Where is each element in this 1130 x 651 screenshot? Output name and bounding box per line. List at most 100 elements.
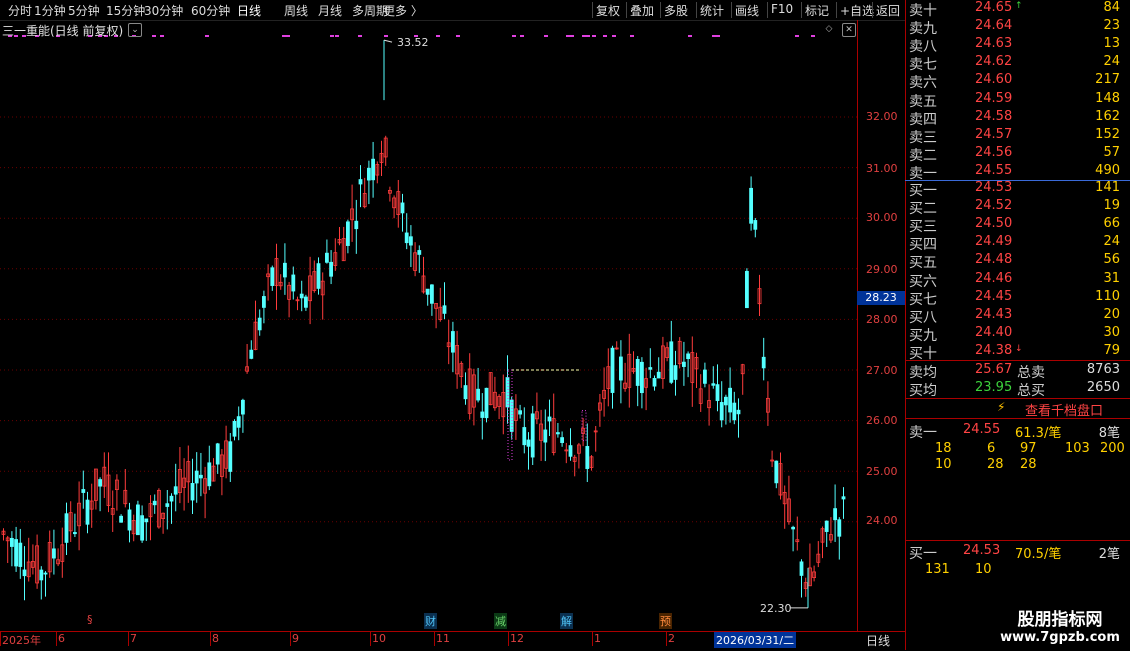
- signal-marker: [512, 35, 516, 37]
- toolbar-separator: [767, 2, 768, 18]
- signal-marker: [795, 35, 799, 37]
- toolbar-button-0[interactable]: 复权: [596, 2, 620, 19]
- candle-body: [404, 232, 409, 244]
- sell-row-label: 卖八: [909, 39, 937, 56]
- toolbar-separator: [592, 2, 593, 18]
- period-tab-1[interactable]: 1分钟: [34, 2, 66, 19]
- toolbar-separator: [626, 2, 627, 18]
- signal-marker: [282, 35, 286, 37]
- period-tab-6[interactable]: 日线: [237, 2, 261, 19]
- signal-marker: [586, 35, 590, 37]
- buy-row-qty: 30: [1103, 324, 1120, 340]
- watermark-title: 股朋指标网: [1017, 610, 1103, 630]
- period-tab-10[interactable]: 更多 〉: [383, 2, 423, 19]
- event-marker-s[interactable]: §: [86, 613, 94, 626]
- sell1-order: 6: [987, 441, 996, 456]
- toolbar-button-8[interactable]: 返回: [876, 2, 900, 19]
- sell1-order: 200: [1100, 441, 1125, 456]
- candle-body: [73, 532, 77, 535]
- candle-body: [833, 508, 837, 521]
- period-tab-5[interactable]: 60分钟: [191, 2, 230, 19]
- toolbar-button-6[interactable]: 标记: [805, 2, 829, 19]
- buy-row-label: 买五: [909, 255, 937, 272]
- sell1-price: 24.55: [963, 422, 1001, 437]
- candle-body: [732, 402, 737, 421]
- candle-body: [215, 443, 220, 465]
- toolbar-button-3[interactable]: 统计: [700, 2, 724, 19]
- candle-body: [236, 416, 241, 428]
- candle-body: [518, 410, 522, 415]
- event-marker[interactable]: 预: [659, 613, 672, 629]
- view-depth-button[interactable]: 查看千档盘口: [1025, 400, 1103, 419]
- candle-body: [824, 520, 829, 532]
- candle-body: [52, 548, 56, 559]
- signal-marker: [566, 35, 570, 37]
- toolbar-button-2[interactable]: 多股: [664, 2, 688, 19]
- candle-body: [711, 383, 716, 386]
- candle-body: [450, 331, 455, 353]
- candle-body: [715, 384, 720, 402]
- toolbar-button-7[interactable]: +自选: [840, 2, 874, 19]
- toolbar-separator: [801, 2, 802, 18]
- chart-title: 三一重能(日线 前复权): [2, 24, 124, 38]
- x-tick-mark: [592, 632, 593, 646]
- candlestick-chart[interactable]: 33.52 22.30: [0, 20, 857, 631]
- sell-row-label: 卖五: [909, 93, 937, 110]
- sell-row-label: 卖六: [909, 75, 937, 92]
- close-icon[interactable]: ✕: [842, 23, 856, 37]
- period-tab-7[interactable]: 周线: [284, 2, 308, 19]
- signal-marker: [205, 35, 209, 37]
- toolbar-button-1[interactable]: 叠加: [630, 2, 654, 19]
- candle-body: [522, 427, 527, 446]
- buy-row-label: 买四: [909, 237, 937, 254]
- candle-body: [257, 317, 262, 331]
- signal-marker: [286, 35, 290, 37]
- event-marker[interactable]: 减: [494, 613, 507, 629]
- candle-body: [640, 361, 644, 394]
- signal-marker: [456, 35, 460, 37]
- x-tick-mark: [210, 632, 211, 646]
- buy-row-label: 买八: [909, 309, 937, 326]
- x-tick-mark: [370, 632, 371, 646]
- sell1-order: 28: [987, 457, 1004, 472]
- signal-marker: [570, 35, 574, 37]
- toolbar-button-4[interactable]: 画线: [735, 2, 759, 19]
- buy-row-label: 买三: [909, 219, 937, 236]
- watermark: 股朋指标网 www.7gpzb.com: [990, 603, 1130, 650]
- period-tab-4[interactable]: 30分钟: [144, 2, 183, 19]
- dropdown-icon[interactable]: ⌄: [128, 23, 142, 37]
- buy-row-qty: 110: [1095, 288, 1120, 304]
- signal-marker: [712, 35, 716, 37]
- candle-body: [417, 250, 422, 255]
- candle-body: [140, 515, 145, 541]
- period-tab-2[interactable]: 5分钟: [68, 2, 100, 19]
- candle-body: [240, 399, 245, 415]
- x-tick-label: 12: [510, 632, 524, 645]
- current-price-tag: 28.23: [857, 291, 905, 305]
- buy1-order: 10: [975, 562, 992, 577]
- candle-body: [480, 411, 485, 418]
- period-tab-3[interactable]: 15分钟: [106, 2, 145, 19]
- candle-body: [85, 499, 90, 525]
- event-marker[interactable]: 财: [424, 613, 437, 629]
- signal-marker: [688, 35, 692, 37]
- total-buy-label: 总买: [1017, 383, 1045, 399]
- candle-body: [841, 496, 846, 500]
- candle-body: [673, 365, 678, 380]
- candle-body: [791, 526, 795, 530]
- candle-body: [366, 167, 371, 181]
- diamond-icon[interactable]: ◇: [823, 23, 835, 35]
- toolbar-separator: [836, 2, 837, 18]
- signal-marker: [612, 35, 616, 37]
- toolbar-button-5[interactable]: F10: [771, 2, 793, 16]
- buy-row-label: 买七: [909, 291, 937, 308]
- chart-plot[interactable]: 33.52 22.30: [0, 20, 857, 631]
- total-sell: 8763: [1086, 362, 1120, 377]
- book-divider: [905, 418, 1130, 419]
- period-tab-0[interactable]: 分时: [8, 2, 32, 19]
- buy-row-qty: 56: [1103, 252, 1120, 268]
- buy1-order: 131: [925, 562, 950, 577]
- period-tab-8[interactable]: 月线: [318, 2, 342, 19]
- candle-body: [547, 416, 552, 422]
- event-marker[interactable]: 解: [560, 613, 573, 629]
